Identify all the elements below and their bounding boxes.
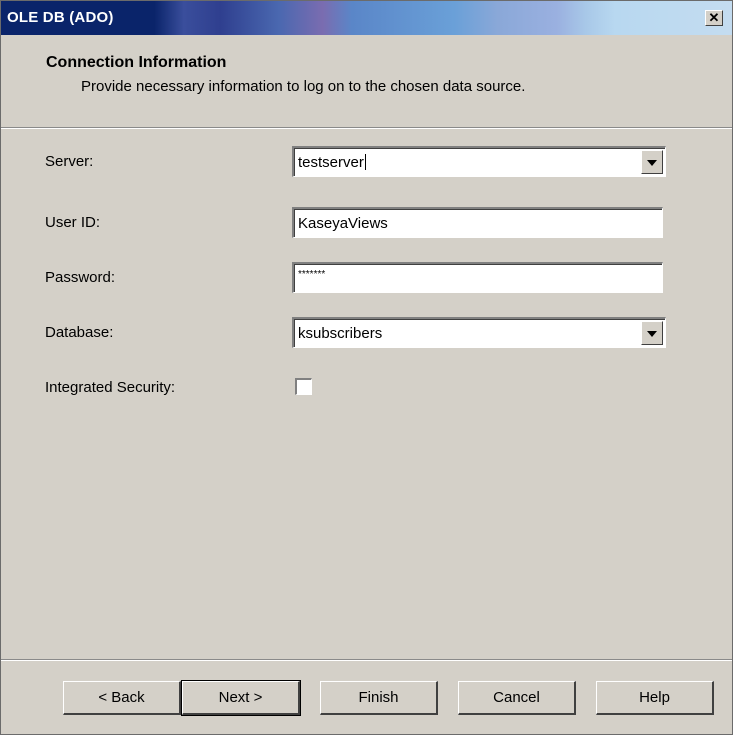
next-button-label: Next > xyxy=(218,689,263,706)
close-button[interactable]: ✕ xyxy=(705,10,723,26)
window-title: OLE DB (ADO) xyxy=(7,9,114,26)
database-combobox[interactable]: ksubscribers xyxy=(292,317,666,348)
user-id-value: KaseyaViews xyxy=(298,215,388,232)
server-combobox[interactable]: testserver xyxy=(292,146,666,177)
next-button[interactable]: Next > xyxy=(181,680,301,716)
header-panel: Connection Information Provide necessary… xyxy=(1,35,732,127)
text-caret xyxy=(364,154,366,170)
back-button[interactable]: < Back xyxy=(63,681,181,715)
server-dropdown-button[interactable] xyxy=(641,150,663,174)
server-label-text: Server: xyxy=(45,153,94,170)
password-value: ******* xyxy=(298,269,326,280)
user-id-label-text: User ID: xyxy=(45,214,101,231)
help-button[interactable]: Help xyxy=(596,681,714,715)
close-icon: ✕ xyxy=(708,10,720,25)
finish-button[interactable]: Finish xyxy=(320,681,438,715)
integrated-security-label-text: Integrated Security: xyxy=(45,379,176,396)
database-dropdown-button[interactable] xyxy=(641,321,663,345)
server-label: Server: xyxy=(45,153,93,170)
ole-db-dialog: OLE DB (ADO) ✕ Connection Information Pr… xyxy=(0,0,733,735)
finish-button-label: Finish xyxy=(358,689,399,706)
integrated-security-checkbox[interactable] xyxy=(295,378,312,395)
integrated-security-label: Integrated Security: xyxy=(45,379,175,396)
user-id-label: User ID: xyxy=(45,214,100,231)
cancel-button-label: Cancel xyxy=(493,689,540,706)
header-divider xyxy=(1,127,732,129)
help-button-label: Help xyxy=(639,689,670,706)
password-label-text: Password: xyxy=(45,269,116,286)
page-subtitle: Provide necessary information to log on … xyxy=(81,78,526,95)
user-id-field[interactable]: KaseyaViews xyxy=(292,207,663,238)
database-value: ksubscribers xyxy=(298,325,383,342)
database-label-text: Database: xyxy=(45,324,114,341)
server-value: testserver xyxy=(298,154,364,171)
database-label: Database: xyxy=(45,324,113,341)
page-title: Connection Information xyxy=(46,54,227,71)
title-bar[interactable]: OLE DB (ADO) ✕ xyxy=(1,1,732,35)
password-label: Password: xyxy=(45,269,115,286)
back-button-label: < Back xyxy=(98,689,145,706)
cancel-button[interactable]: Cancel xyxy=(458,681,576,715)
footer-divider xyxy=(1,659,732,661)
password-field[interactable]: ******* xyxy=(292,262,663,293)
